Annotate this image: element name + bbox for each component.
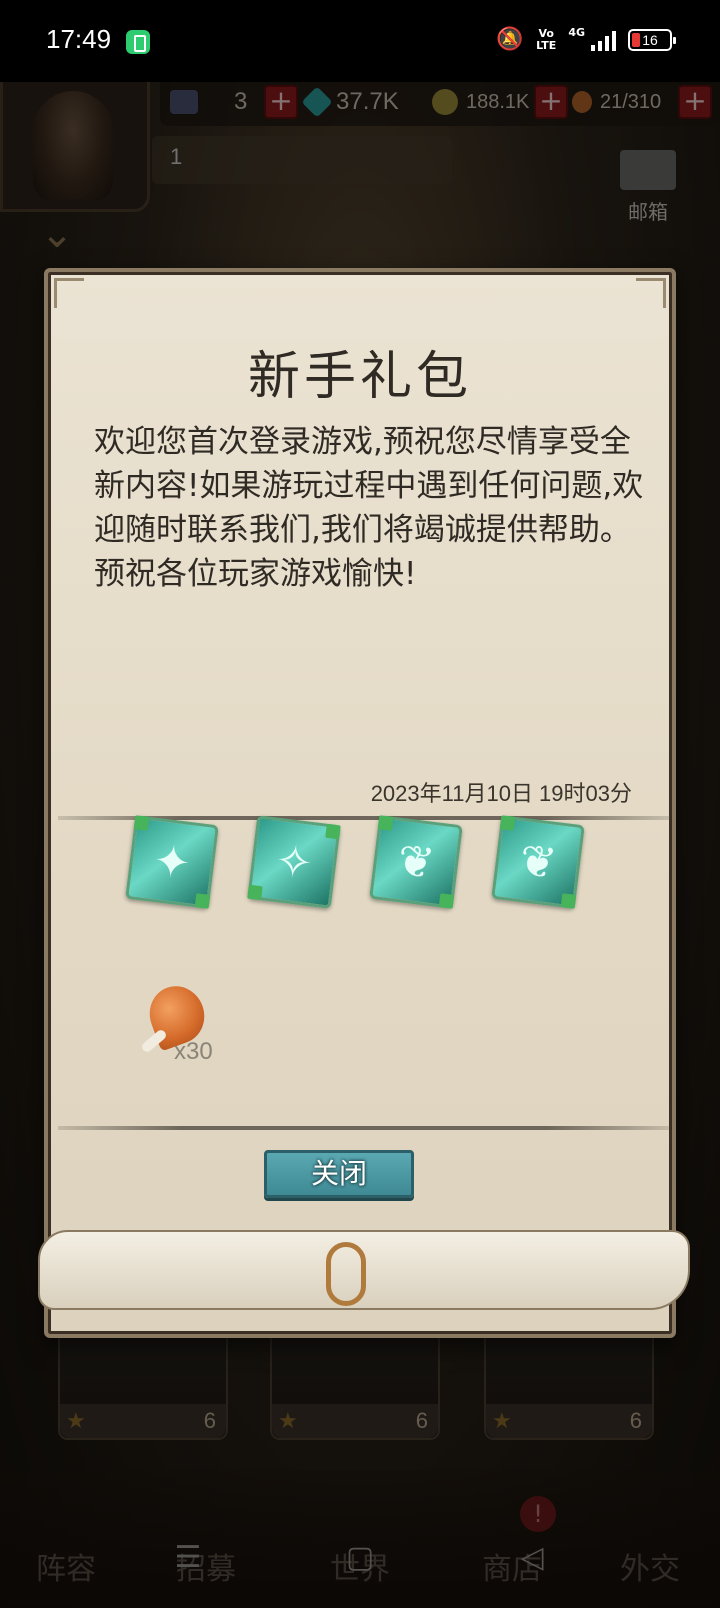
signal-icon — [591, 29, 616, 51]
divider — [58, 1126, 670, 1130]
corner-ornament — [636, 278, 666, 308]
scroll-tie — [326, 1242, 366, 1306]
battery-icon: 16 — [628, 29, 676, 51]
volte-icon: Vo LTE — [536, 27, 557, 52]
green-feather-icon[interactable]: ❦ — [369, 815, 463, 909]
newbie-gift-dialog: 新手礼包 欢迎您首次登录游戏,预祝您尽情享受全新内容!如果游玩过程中遇到任何问题… — [38, 268, 690, 1338]
bell-off-icon: 🔕 — [496, 27, 524, 52]
battery-percent: 16 — [642, 32, 658, 48]
status-time: 17:49 — [46, 24, 112, 54]
status-icons: 🔕 Vo LTE 4G 16 — [496, 26, 676, 54]
food-reward[interactable]: x30 — [132, 978, 242, 1074]
status-bar: 17:49 🔕 Vo LTE 4G 16 — [0, 0, 720, 82]
food-count: x30 — [174, 1038, 213, 1065]
battery-saver-icon — [126, 30, 150, 54]
close-button[interactable]: 关闭 — [264, 1150, 414, 1198]
green-feather-icon[interactable]: ❦ — [491, 815, 585, 909]
network-type: 4G — [568, 26, 585, 39]
corner-ornament — [54, 278, 84, 308]
dialog-date: 2023年11月10日 19时03分 — [370, 781, 632, 806]
dialog-title: 新手礼包 — [247, 347, 472, 407]
green-shard-icon[interactable]: ✦ — [125, 815, 219, 909]
green-shard-icon[interactable]: ✧ — [247, 815, 341, 909]
dialog-message: 欢迎您首次登录游戏,预祝您尽情享受全新内容!如果游玩过程中遇到任何问题,欢迎随时… — [94, 424, 644, 592]
